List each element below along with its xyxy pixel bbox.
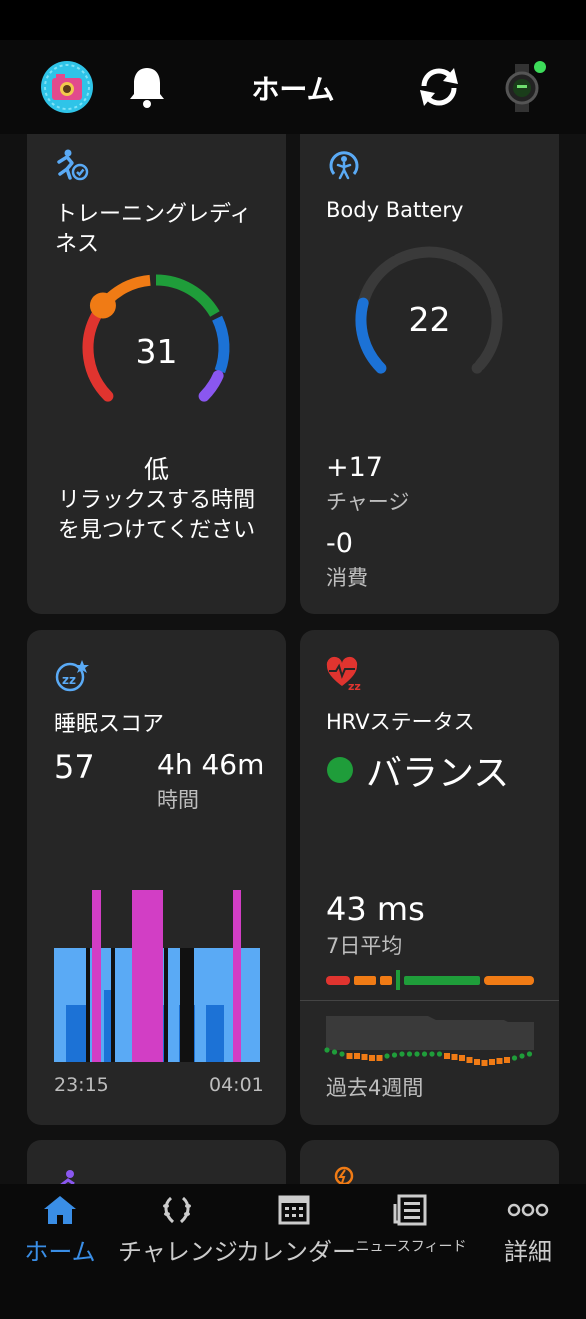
activity-icon xyxy=(60,1170,75,1184)
body-battery-value: 22 xyxy=(408,300,451,339)
hrv-period-label: 過去4週間 xyxy=(326,1076,424,1100)
hrv-status-card[interactable]: zz HRVステータス バランス 43 ms 7日平均 過去4週間 xyxy=(300,630,559,1125)
training-readiness-value: 31 xyxy=(135,332,178,371)
sleep-score-title: 睡眠スコア xyxy=(54,712,165,737)
hrv-daily-point xyxy=(414,1051,420,1057)
hrv-daily-point xyxy=(466,1057,473,1063)
hrv-daily-point xyxy=(376,1055,383,1061)
training-readiness-title-line1: トレーニングレディ xyxy=(55,202,252,227)
bottom-navigation: ホーム チャレンジ カレンダー ニュースフィード 詳細 xyxy=(0,1184,586,1319)
hrv-daily-point xyxy=(361,1054,368,1060)
hrv-daily-point xyxy=(421,1051,428,1057)
hrv-status-title: HRVステータス xyxy=(326,710,475,734)
hrv-status-dot-icon xyxy=(327,757,353,783)
training-readiness-message-line1: リラックスする時間 xyxy=(57,488,256,513)
hrv-heart-icon: zz xyxy=(326,656,361,692)
laurel-icon xyxy=(163,1196,191,1224)
hrv-baseline-bar xyxy=(326,970,534,990)
hrv-four-week-chart xyxy=(324,1016,534,1066)
svg-text:zz: zz xyxy=(62,673,76,687)
energy-card-partial[interactable] xyxy=(300,1140,559,1184)
hrv-daily-point xyxy=(331,1049,338,1055)
hrv-daily-point xyxy=(519,1053,525,1059)
sync-icon[interactable] xyxy=(414,64,464,110)
body-battery-charge-value: +17 xyxy=(326,452,383,483)
hrv-daily-point xyxy=(354,1053,360,1059)
svg-text:zz: zz xyxy=(348,680,361,692)
hrv-daily-point xyxy=(481,1060,488,1066)
hrv-daily-point xyxy=(429,1051,435,1057)
sleep-icon: zz xyxy=(55,660,89,692)
hrv-daily-point xyxy=(369,1055,375,1061)
hrv-daily-point xyxy=(459,1055,465,1061)
hrv-daily-point xyxy=(474,1059,480,1065)
nav-newsfeed-label: ニュースフィード xyxy=(355,1239,467,1255)
hrv-daily-point xyxy=(526,1051,533,1057)
training-readiness-message-line2: を見つけてください xyxy=(57,518,256,543)
hrv-daily-point xyxy=(496,1058,503,1064)
more-dots-icon xyxy=(507,1203,549,1217)
home-icon xyxy=(44,1196,76,1224)
sleep-end-time: 04:01 xyxy=(209,1074,264,1096)
hrv-daily-point xyxy=(511,1055,518,1061)
hrv-daily-point xyxy=(391,1052,398,1058)
home-content[interactable]: トレーニングレディ ネス 31 低 リラックスする時間 を見つけてください Bo… xyxy=(0,134,586,1184)
training-readiness-title-line2: ネス xyxy=(55,232,100,257)
hrv-daily-point xyxy=(489,1059,495,1065)
sleep-score-card[interactable]: zz 睡眠スコア 57 4h 46m 時間 23:15 04:01 xyxy=(27,630,286,1125)
calendar-icon xyxy=(278,1195,310,1225)
body-battery-drain-label: 消費 xyxy=(326,566,368,590)
body-battery-icon xyxy=(329,151,359,180)
hrv-daily-point xyxy=(436,1051,443,1057)
nav-more-label: 詳細 xyxy=(504,1238,552,1266)
nav-home[interactable]: ホーム xyxy=(14,1194,106,1267)
body-battery-title: Body Battery xyxy=(326,198,464,222)
hrv-daily-point xyxy=(324,1047,330,1053)
hrv-daily-point xyxy=(451,1054,458,1060)
hrv-divider xyxy=(300,1000,559,1001)
page-title: ホーム xyxy=(251,73,335,106)
sleep-start-time: 23:15 xyxy=(54,1074,109,1096)
nav-challenges-label: チャレンジ xyxy=(118,1238,238,1266)
nav-more[interactable]: 詳細 xyxy=(484,1194,572,1267)
nav-home-label: ホーム xyxy=(24,1238,96,1266)
hrv-daily-point xyxy=(444,1053,450,1059)
sleep-stages-chart xyxy=(54,890,260,1062)
readiness-segment xyxy=(155,274,220,317)
status-bar xyxy=(0,0,586,40)
body-battery-drain-value: -0 xyxy=(326,528,353,559)
training-readiness-card[interactable]: トレーニングレディ ネス 31 低 リラックスする時間 を見つけてください xyxy=(27,134,286,614)
hrv-status-value: バランス xyxy=(366,753,510,794)
training-readiness-icon xyxy=(57,149,89,181)
body-battery-charge-label: チャージ xyxy=(326,490,410,514)
sleep-duration-value: 4h 46m xyxy=(157,748,265,781)
sleep-score-value: 57 xyxy=(54,748,95,786)
watch-device-icon[interactable] xyxy=(500,60,550,114)
nav-calendar-label: カレンダー xyxy=(236,1238,356,1266)
nav-calendar[interactable]: カレンダー xyxy=(236,1194,356,1267)
bolt-icon xyxy=(334,1166,354,1184)
hrv-daily-point xyxy=(339,1051,345,1057)
readiness-segment xyxy=(198,370,224,402)
nav-challenges[interactable]: チャレンジ xyxy=(118,1194,238,1267)
sleep-duration-label: 時間 xyxy=(157,788,199,812)
hrv-average-label: 7日平均 xyxy=(326,934,403,958)
hrv-daily-point xyxy=(384,1053,390,1059)
top-bar: ホーム xyxy=(0,40,586,134)
newsfeed-icon xyxy=(393,1194,427,1226)
hrv-daily-point xyxy=(399,1051,405,1057)
hrv-daily-point xyxy=(346,1053,353,1059)
activity-card-partial[interactable] xyxy=(27,1140,286,1184)
body-battery-card[interactable]: Body Battery 22 +17 チャージ -0 消費 xyxy=(300,134,559,614)
training-readiness-level: 低 xyxy=(143,455,169,484)
hrv-daily-point xyxy=(504,1057,510,1063)
nav-newsfeed[interactable]: ニュースフィード xyxy=(352,1194,470,1256)
hrv-average-value: 43 ms xyxy=(326,890,425,928)
hrv-daily-point xyxy=(406,1051,413,1057)
